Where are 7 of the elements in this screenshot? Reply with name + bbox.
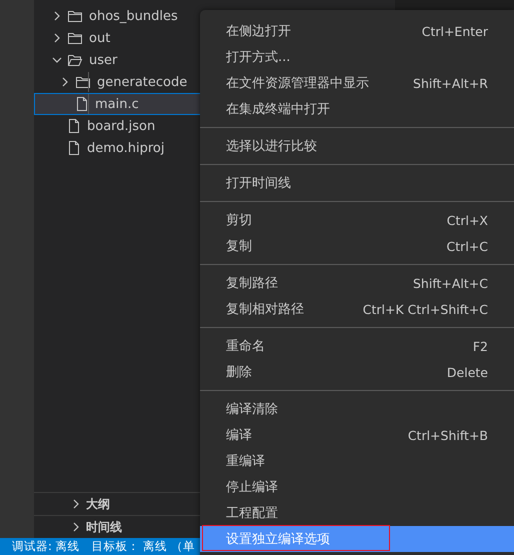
file-name: user [89, 52, 118, 68]
file-name: board.json [87, 118, 156, 134]
file-name: ohos_bundles [89, 8, 178, 24]
file-name: demo.hiproj [87, 140, 164, 156]
file-name: main.c [95, 96, 139, 112]
file-name: out [89, 30, 110, 46]
file-name: generatecode [97, 74, 188, 90]
